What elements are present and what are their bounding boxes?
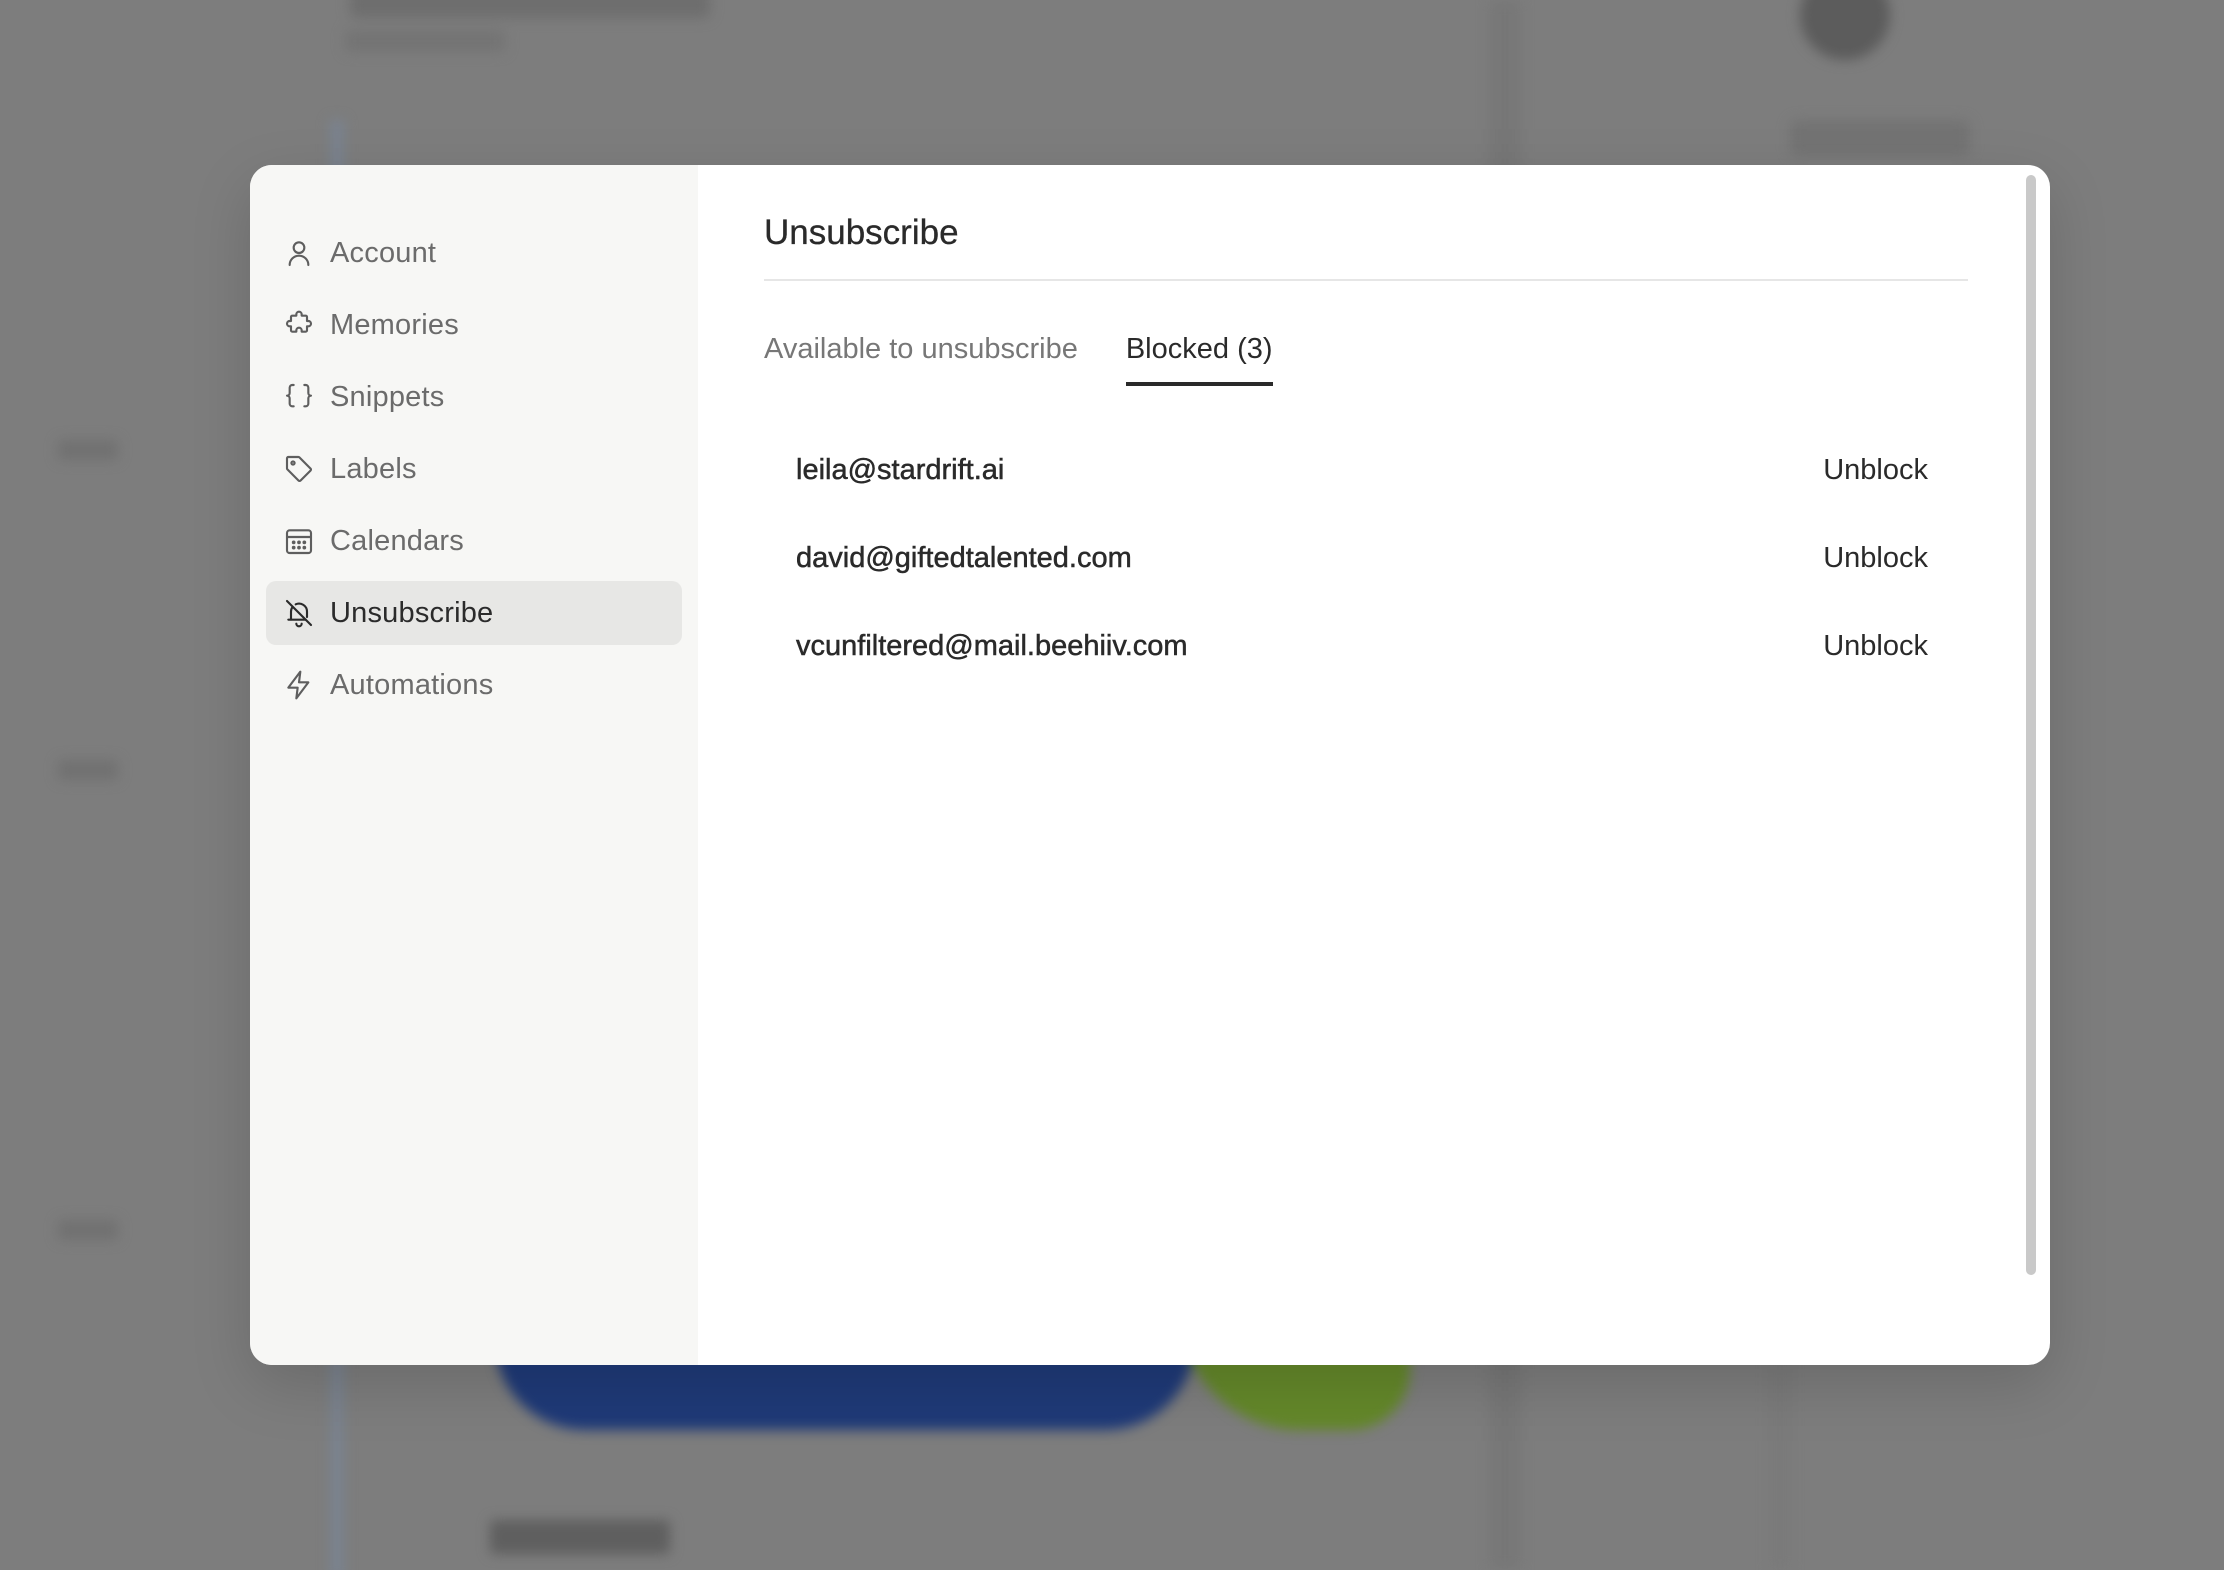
blocked-email: vcunfiltered@mail.beehiiv.com [796, 629, 1188, 662]
sidebar-item-label: Automations [330, 668, 494, 701]
sidebar-item-label: Unsubscribe [330, 596, 494, 629]
sidebar-item-label: Memories [330, 308, 459, 341]
background-row [58, 1220, 118, 1240]
background-avatar [1800, 0, 1890, 60]
tab-blocked[interactable]: Blocked (3) [1125, 333, 1273, 386]
bell-off-icon [282, 596, 316, 630]
settings-sidebar: Account Memories Snippets Labels Calenda [250, 165, 698, 1365]
page-title: Unsubscribe [764, 213, 1968, 281]
sidebar-item-automations[interactable]: Automations [266, 653, 682, 717]
sidebar-item-snippets[interactable]: Snippets [266, 365, 682, 429]
sidebar-item-label: Snippets [330, 380, 445, 413]
unblock-button[interactable]: Unblock [1823, 454, 1928, 487]
background-subtitle [345, 30, 505, 52]
background-row [58, 760, 118, 780]
list-item: leila@stardrift.ai Unblock [764, 426, 1968, 514]
puzzle-icon [282, 308, 316, 342]
blocked-email: david@giftedtalented.com [796, 541, 1132, 574]
sidebar-item-unsubscribe[interactable]: Unsubscribe [266, 581, 682, 645]
background-title [350, 0, 710, 18]
tab-bar: Available to unsubscribe Blocked (3) [764, 333, 1968, 386]
unblock-button[interactable]: Unblock [1823, 542, 1928, 575]
sidebar-item-labels[interactable]: Labels [266, 437, 682, 501]
background-row [58, 440, 118, 460]
sidebar-item-memories[interactable]: Memories [266, 293, 682, 357]
sidebar-item-label: Account [330, 236, 437, 269]
sidebar-item-calendars[interactable]: Calendars [266, 509, 682, 573]
background-heading [490, 1520, 670, 1554]
unblock-button[interactable]: Unblock [1823, 630, 1928, 663]
blocked-email: leila@stardrift.ai [796, 453, 1005, 486]
settings-content: Unsubscribe Available to unsubscribe Blo… [698, 165, 2050, 1365]
settings-modal: Account Memories Snippets Labels Calenda [250, 165, 2050, 1365]
calendar-icon [282, 524, 316, 558]
bolt-icon [282, 668, 316, 702]
tag-icon [282, 452, 316, 486]
scrollbar[interactable] [2026, 175, 2036, 1275]
tab-available-to-unsubscribe[interactable]: Available to unsubscribe [764, 333, 1078, 386]
list-item: vcunfiltered@mail.beehiiv.com Unblock [764, 602, 1968, 690]
blocked-list: leila@stardrift.ai Unblock david@giftedt… [764, 426, 1968, 690]
list-item: david@giftedtalented.com Unblock [764, 514, 1968, 602]
braces-icon [282, 380, 316, 414]
sidebar-item-account[interactable]: Account [266, 221, 682, 285]
sidebar-item-label: Calendars [330, 524, 464, 557]
user-icon [282, 236, 316, 270]
background-button [1790, 120, 1970, 156]
sidebar-item-label: Labels [330, 452, 417, 485]
